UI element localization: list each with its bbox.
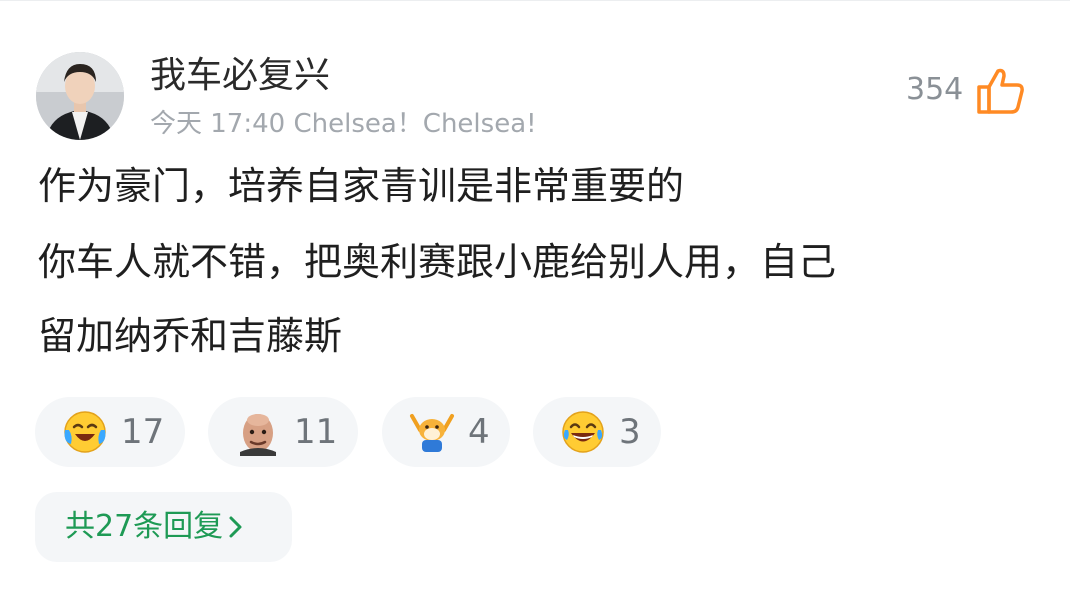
avatar[interactable] bbox=[36, 52, 124, 140]
reaction-pill[interactable]: 3 bbox=[533, 397, 661, 467]
replies-label: 共27条回复 bbox=[65, 509, 224, 544]
laughing-cry-emoji-icon bbox=[64, 411, 106, 453]
chevron-right-icon bbox=[229, 516, 242, 538]
tears-of-joy-emoji-icon bbox=[562, 411, 604, 453]
comment-meta: 今天 17:40 Chelsea！Chelsea! bbox=[150, 106, 537, 142]
reaction-count: 4 bbox=[468, 412, 490, 452]
top-divider bbox=[0, 0, 1070, 11]
comment-tagline: Chelsea！Chelsea! bbox=[293, 109, 537, 139]
reaction-pill[interactable]: 11 bbox=[208, 397, 358, 467]
reaction-count: 17 bbox=[121, 412, 165, 452]
cheering-dog-sticker-icon bbox=[410, 414, 454, 452]
reaction-pill[interactable]: 4 bbox=[382, 397, 510, 467]
reaction-pill[interactable]: 17 bbox=[35, 397, 185, 467]
avatar-portrait-icon bbox=[36, 52, 124, 140]
comment-timestamp: 今天 17:40 bbox=[150, 109, 286, 139]
comment-author-name[interactable]: 我车必复兴 bbox=[150, 52, 330, 100]
thumbs-up-icon[interactable] bbox=[975, 66, 1027, 116]
like-count: 354 bbox=[906, 72, 964, 107]
reaction-count: 11 bbox=[294, 412, 338, 452]
reaction-count: 3 bbox=[619, 412, 641, 452]
comment-text-line: 你车人就不错，把奥利赛跟小鹿给别人用，自己 bbox=[38, 240, 837, 284]
view-replies-button[interactable]: 共27条回复 bbox=[35, 492, 292, 562]
bald-man-face-sticker-icon bbox=[240, 414, 276, 456]
comment-text-line: 作为豪门，培养自家青训是非常重要的 bbox=[38, 164, 685, 208]
comment-text-line: 留加纳乔和吉藤斯 bbox=[38, 314, 343, 358]
